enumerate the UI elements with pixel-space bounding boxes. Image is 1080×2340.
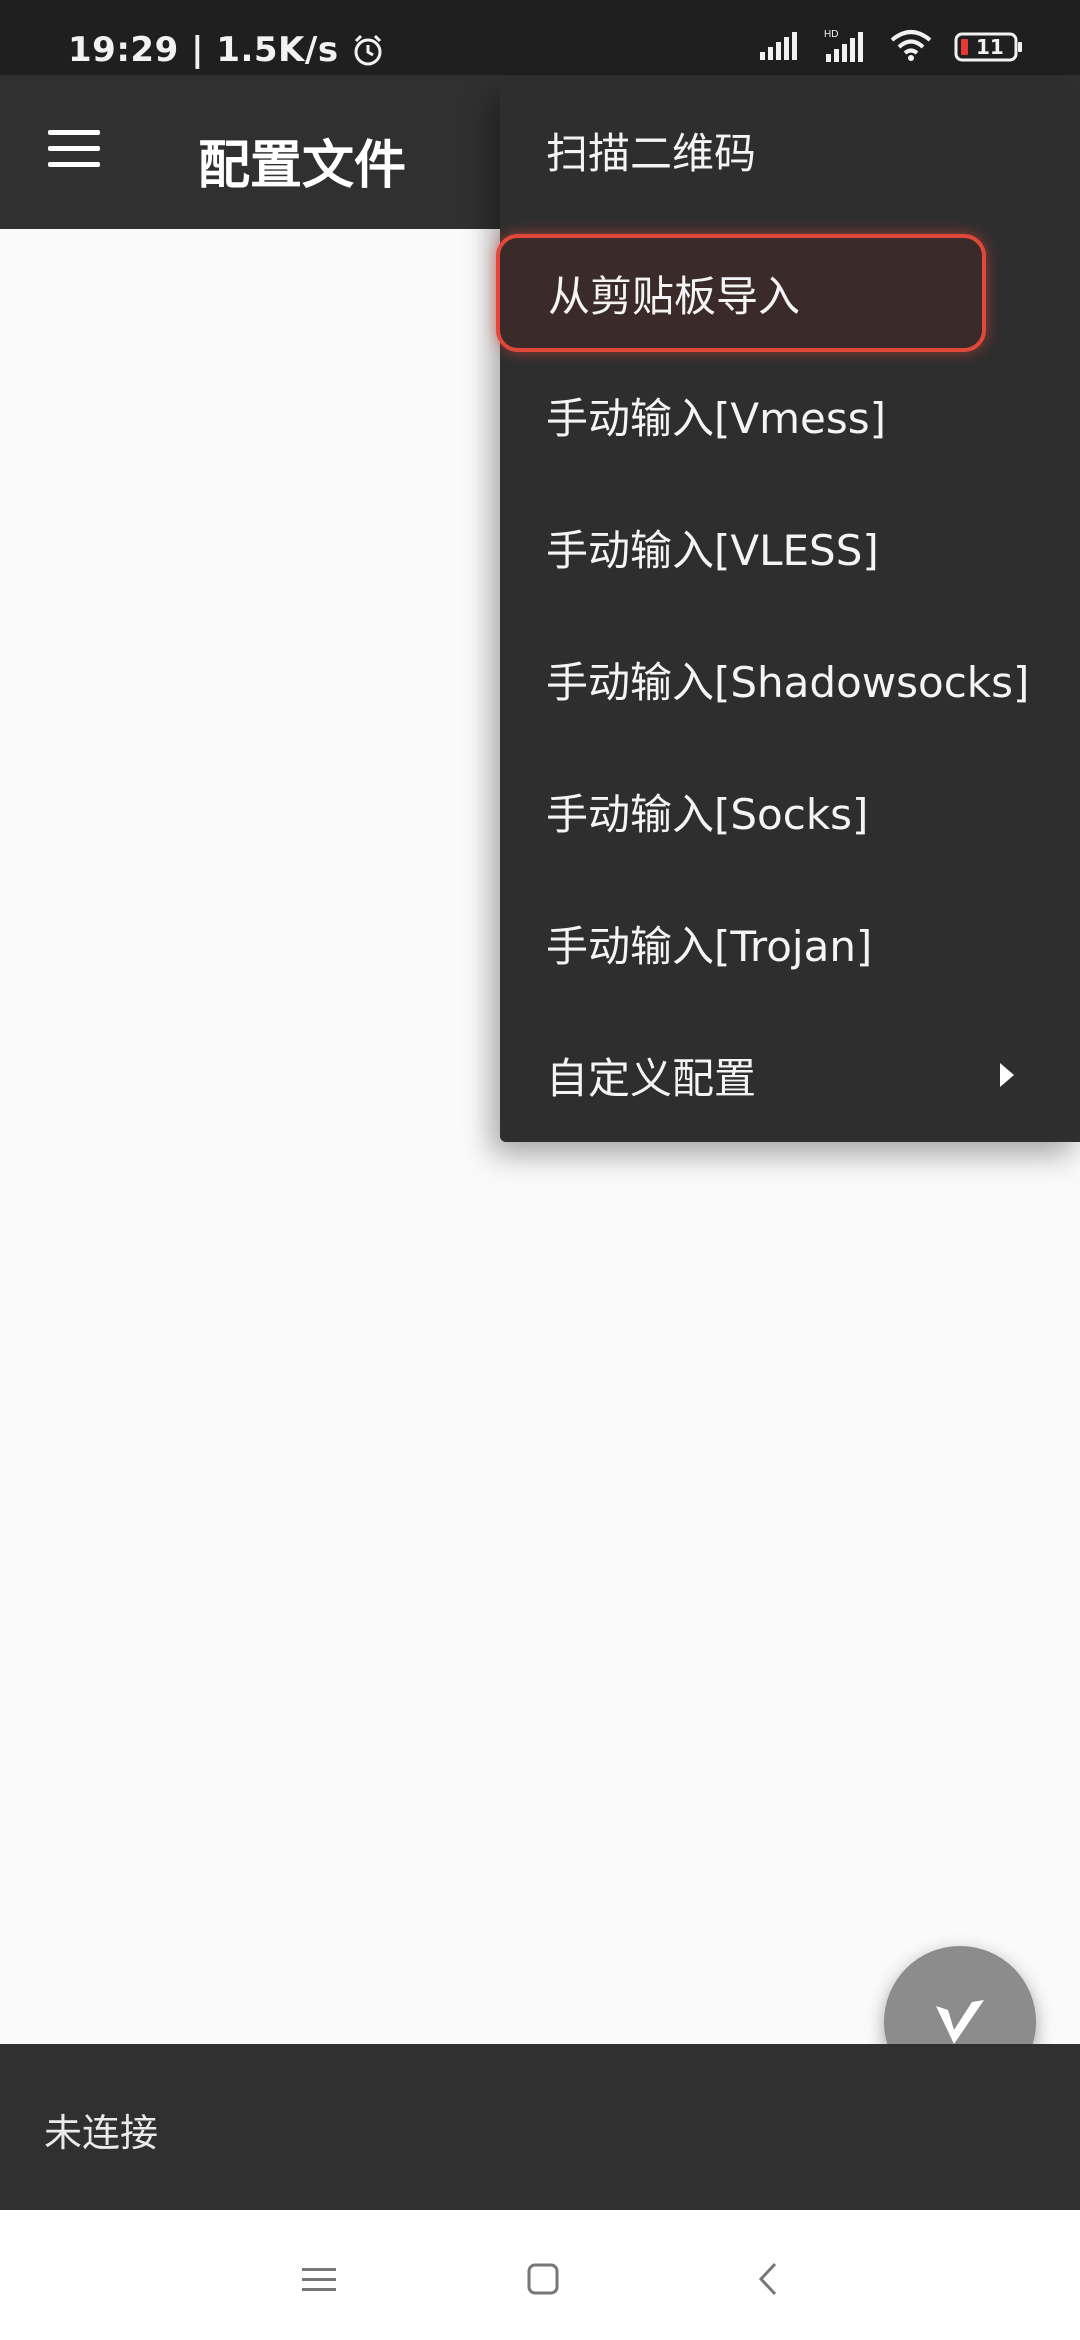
- menu-item-label: 手动输入[Trojan]: [546, 921, 873, 971]
- menu-item-label: 自定义配置: [546, 1053, 757, 1103]
- hamburger-menu-icon[interactable]: [48, 130, 106, 170]
- system-nav-bar: [0, 2210, 1080, 2340]
- menu-item-label: 手动输入[VLESS]: [546, 525, 879, 575]
- svg-text:HD: HD: [824, 29, 838, 40]
- menu-item-manual-socks[interactable]: 手动输入[Socks]: [500, 745, 1080, 877]
- wifi-icon: [890, 29, 932, 65]
- menu-item-custom-config[interactable]: 自定义配置: [500, 1009, 1080, 1141]
- battery-icon: 11: [954, 31, 1024, 63]
- menu-item-label: 手动输入[Vmess]: [546, 393, 887, 443]
- menu-item-label: 扫描二维码: [546, 128, 757, 178]
- submenu-arrow-icon: [1000, 1063, 1014, 1087]
- menu-item-label: 手动输入[Shadowsocks]: [546, 657, 1030, 707]
- connection-status-bar[interactable]: 未连接: [0, 2044, 1080, 2210]
- back-icon[interactable]: [744, 2254, 794, 2304]
- menu-item-manual-vmess[interactable]: 手动输入[Vmess]: [500, 349, 1080, 481]
- connection-status-text: 未连接: [44, 2111, 159, 2155]
- menu-item-import-clipboard[interactable]: 从剪贴板导入: [496, 234, 986, 352]
- status-bar: 19:29 | 1.5K/s HD 11: [0, 0, 1080, 75]
- battery-level-text: 11: [976, 35, 1004, 59]
- menu-item-scan-qr[interactable]: 扫描二维码: [500, 84, 1080, 216]
- status-time-speed: 19:29 | 1.5K/s: [68, 30, 385, 70]
- home-icon[interactable]: [518, 2254, 568, 2304]
- add-config-dropdown-menu: 扫描二维码 从剪贴板导入 手动输入[Vmess] 手动输入[VLESS] 手动输…: [496, 84, 1080, 1142]
- hd-signal-icon: HD: [824, 28, 868, 66]
- signal-icon: [760, 30, 802, 64]
- status-icons: HD 11: [760, 28, 1024, 66]
- menu-item-label: 从剪贴板导入: [548, 271, 801, 321]
- menu-item-manual-vless[interactable]: 手动输入[VLESS]: [500, 481, 1080, 613]
- page-title: 配置文件: [198, 136, 407, 196]
- menu-item-label: 手动输入[Socks]: [546, 789, 869, 839]
- recents-icon[interactable]: [294, 2254, 344, 2304]
- alarm-icon: [351, 33, 385, 67]
- menu-item-manual-trojan[interactable]: 手动输入[Trojan]: [500, 877, 1080, 1009]
- status-time-text: 19:29 | 1.5K/s: [68, 30, 339, 70]
- menu-item-manual-shadowsocks[interactable]: 手动输入[Shadowsocks]: [500, 613, 1080, 745]
